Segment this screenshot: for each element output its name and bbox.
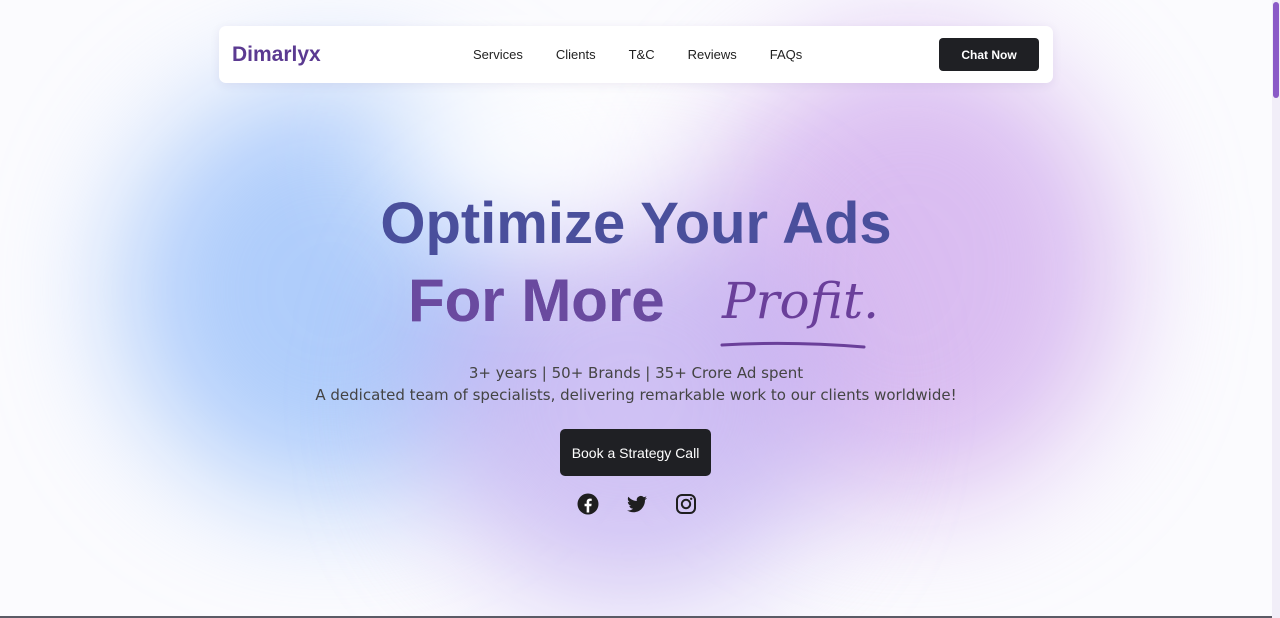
profit-underline-icon [720, 341, 866, 349]
instagram-icon[interactable] [674, 492, 698, 516]
facebook-icon[interactable] [576, 492, 600, 516]
hero-headline-line2-text: For More [408, 267, 665, 334]
social-links [576, 492, 698, 516]
book-strategy-call-button[interactable]: Book a Strategy Call [560, 429, 711, 476]
twitter-icon[interactable] [625, 492, 649, 516]
scrollbar-thumb[interactable] [1273, 2, 1279, 98]
scrollbar[interactable] [1272, 0, 1280, 618]
hero-section: Optimize Your Ads For More Profit. 3+ ye… [0, 0, 1280, 618]
hero-tagline: A dedicated team of specialists, deliver… [315, 386, 957, 404]
landing-page: Dimarlyx Services Clients T&C Reviews FA… [0, 0, 1280, 618]
hero-stats: 3+ years | 50+ Brands | 35+ Crore Ad spe… [468, 364, 804, 382]
hero-headline-line1: Optimize Your Ads [380, 191, 892, 256]
hero-headline-script-word: Profit. [722, 272, 879, 330]
hero-headline-line2: For More [408, 266, 665, 336]
